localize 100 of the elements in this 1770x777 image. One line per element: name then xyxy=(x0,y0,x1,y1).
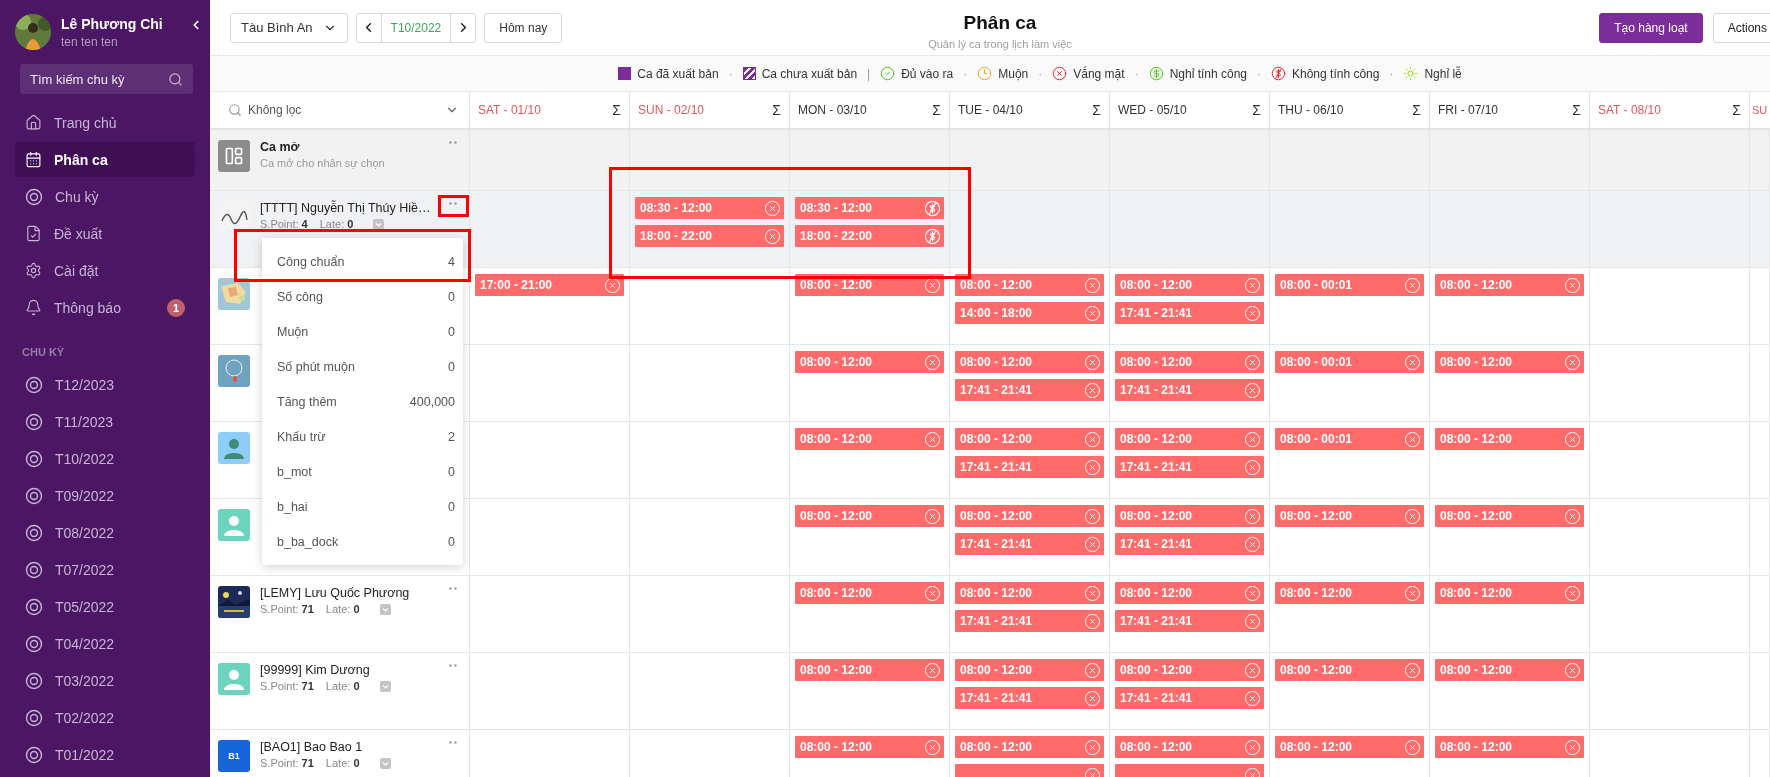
schedule-cell[interactable]: 08:00 - 12:00 17:41 - 21:41 xyxy=(1110,268,1270,345)
schedule-cell[interactable]: 08:00 - 12:00 17:41 - 21:41 xyxy=(950,653,1110,730)
shift-chip[interactable]: 08:00 - 12:00 xyxy=(1115,274,1264,296)
schedule-cell[interactable]: 08:00 - 12:00 xyxy=(1270,576,1430,653)
shift-chip[interactable]: 08:00 - 00:01 xyxy=(1275,274,1424,296)
schedule-cell[interactable] xyxy=(470,191,630,268)
cycle-item[interactable]: T03/2022 xyxy=(15,662,195,699)
schedule-cell[interactable]: 08:00 - 12:00 17:41 - 21:41 xyxy=(1110,499,1270,576)
nav-item[interactable]: Chu kỳ xyxy=(15,179,195,214)
schedule-cell[interactable]: 08:00 - 12:00 17:41 - 21:41 xyxy=(950,345,1110,422)
schedule-cell[interactable]: 08:30 - 12:00 18:00 - 22:00 xyxy=(790,191,950,268)
schedule-cell[interactable]: 08:00 - 12:00 17:41 - 21:41 xyxy=(950,576,1110,653)
shift-chip[interactable]: 08:00 - 12:00 xyxy=(1435,428,1584,450)
cycle-item[interactable]: T07/2022 xyxy=(15,551,195,588)
shift-chip[interactable]: 17:41 - 21:41 xyxy=(1115,687,1264,709)
schedule-cell[interactable]: 08:00 - 12:00 17:41 - 21:41 xyxy=(1110,653,1270,730)
bulk-create-button[interactable]: Tạo hàng loạt xyxy=(1599,12,1703,43)
schedule-cell[interactable] xyxy=(1270,191,1430,268)
schedule-cell[interactable]: 08:00 - 12:00 14:00 - 18:00 xyxy=(950,268,1110,345)
shift-chip[interactable]: 08:00 - 12:00 xyxy=(795,351,944,373)
shift-chip[interactable]: 17:41 - 21:41 xyxy=(955,456,1104,478)
schedule-cell[interactable] xyxy=(1430,191,1590,268)
schedule-cell[interactable]: 08:00 - 12:00 xyxy=(1430,576,1590,653)
schedule-cell[interactable] xyxy=(790,130,950,191)
sum-label[interactable]: Σ xyxy=(612,102,621,118)
schedule-cell[interactable]: 08:00 - 12:00 17:41 - 21:41 xyxy=(950,422,1110,499)
shift-chip[interactable]: 08:00 - 12:00 xyxy=(795,582,944,604)
shift-chip[interactable]: 08:00 - 12:00 xyxy=(795,736,944,758)
today-button[interactable]: Hôm nay xyxy=(484,12,563,43)
schedule-cell[interactable] xyxy=(1590,345,1750,422)
shift-chip[interactable]: 14:00 - 18:00 xyxy=(955,302,1104,324)
schedule-cell[interactable] xyxy=(470,345,630,422)
schedule-cell[interactable] xyxy=(950,191,1110,268)
schedule-cell[interactable] xyxy=(1590,499,1750,576)
more-icon[interactable] xyxy=(449,741,457,744)
schedule-cell[interactable]: 08:00 - 12:00 xyxy=(790,499,950,576)
cycle-item[interactable]: T04/2022 xyxy=(15,625,195,662)
schedule-cell[interactable] xyxy=(1110,191,1270,268)
shift-chip[interactable]: 17:41 - 21:41 xyxy=(1115,302,1264,324)
schedule-cell[interactable] xyxy=(630,653,790,730)
search-field[interactable]: Tìm kiếm chu kỳ xyxy=(20,64,193,94)
schedule-cell[interactable]: 08:00 - 12:00 xyxy=(790,422,950,499)
shift-chip[interactable]: 08:00 - 12:00 xyxy=(1435,582,1584,604)
sum-label[interactable]: Σ xyxy=(1572,102,1581,118)
schedule-cell[interactable]: 08:00 - 12:00 xyxy=(790,268,950,345)
branch-select[interactable]: Tàu Bình An xyxy=(230,12,348,43)
schedule-cell[interactable]: 08:00 - 00:01 xyxy=(1270,422,1430,499)
shift-chip[interactable]: 08:00 - 12:00 xyxy=(955,659,1104,681)
shift-chip[interactable]: 08:00 - 00:01 xyxy=(1275,428,1424,450)
schedule-cell[interactable]: 08:00 - 12:00 17:41 - 21:41 xyxy=(1110,422,1270,499)
schedule-cell[interactable]: 08:00 - 12:00 xyxy=(790,345,950,422)
schedule-cell[interactable]: 08:00 - 12:00 xyxy=(1430,499,1590,576)
schedule-cell[interactable]: 08:00 - 12:00 17:41 - 21:41 xyxy=(1110,345,1270,422)
schedule-cell[interactable]: 08:00 - 12:00 xyxy=(1270,653,1430,730)
nav-item[interactable]: Trang chủ xyxy=(15,105,195,140)
nav-item[interactable]: Phân ca xyxy=(15,142,195,177)
shift-chip[interactable]: 08:00 - 12:00 xyxy=(1435,659,1584,681)
shift-chip[interactable]: 08:00 - 12:00 xyxy=(1115,736,1264,758)
schedule-cell[interactable] xyxy=(1750,191,1770,268)
more-icon[interactable] xyxy=(449,587,457,590)
shift-chip[interactable]: 08:00 - 12:00 xyxy=(795,505,944,527)
shift-chip[interactable]: 08:00 - 12:00 xyxy=(955,428,1104,450)
schedule-cell[interactable] xyxy=(1590,422,1750,499)
schedule-cell[interactable] xyxy=(630,576,790,653)
schedule-cell[interactable] xyxy=(630,345,790,422)
sum-label[interactable]: Σ xyxy=(1252,102,1261,118)
shift-chip[interactable]: 08:00 - 12:00 xyxy=(955,582,1104,604)
shift-chip[interactable]: 08:00 - 00:01 xyxy=(1275,351,1424,373)
shift-chip[interactable]: 08:00 - 12:00 xyxy=(1435,736,1584,758)
shift-chip[interactable]: 17:00 - 21:00 xyxy=(475,274,624,296)
sum-label[interactable]: Σ xyxy=(1092,102,1101,118)
cycle-item[interactable]: T08/2022 xyxy=(15,514,195,551)
shift-chip[interactable]: 18:00 - 22:00 xyxy=(795,225,944,247)
schedule-cell[interactable] xyxy=(1590,653,1750,730)
shift-chip[interactable]: 08:00 - 12:00 xyxy=(1435,351,1584,373)
schedule-cell[interactable]: 08:00 - 12:00 xyxy=(1430,422,1590,499)
schedule-cell[interactable]: 08:00 - 12:00 xyxy=(1430,268,1590,345)
cycle-item[interactable]: T05/2022 xyxy=(15,588,195,625)
shift-chip[interactable]: 08:00 - 12:00 xyxy=(955,736,1104,758)
schedule-cell[interactable] xyxy=(1750,345,1770,422)
shift-chip[interactable]: 08:30 - 12:00 xyxy=(635,197,784,219)
schedule-cell[interactable] xyxy=(1750,422,1770,499)
schedule-cell[interactable] xyxy=(470,653,630,730)
schedule-cell[interactable]: 08:00 - 12:00 17:41 - 21:41 xyxy=(1110,576,1270,653)
shift-chip[interactable]: 17:41 - 21:41 xyxy=(1115,533,1264,555)
dropdown-icon[interactable] xyxy=(373,218,385,230)
schedule-cell[interactable]: 08:00 - 12:00 xyxy=(1430,345,1590,422)
shift-chip[interactable]: 08:00 - 12:00 xyxy=(1435,274,1584,296)
sum-label[interactable]: Σ xyxy=(772,102,781,118)
dropdown-icon[interactable] xyxy=(379,603,391,615)
shift-chip[interactable]: 17:41 - 21:41 xyxy=(955,687,1104,709)
more-icon[interactable] xyxy=(449,664,457,667)
dropdown-icon[interactable] xyxy=(379,757,391,769)
shift-chip[interactable]: 08:00 - 12:00 xyxy=(1115,428,1264,450)
schedule-cell[interactable] xyxy=(1590,268,1750,345)
schedule-cell[interactable] xyxy=(1750,653,1770,730)
schedule-cell[interactable]: 08:00 - 12:00 xyxy=(1270,499,1430,576)
shift-chip[interactable]: 08:00 - 12:00 xyxy=(1275,505,1424,527)
schedule-cell[interactable]: 08:00 - 00:01 xyxy=(1270,268,1430,345)
schedule-cell[interactable]: 08:00 - 12:00 17:41 - 21:41 xyxy=(950,499,1110,576)
